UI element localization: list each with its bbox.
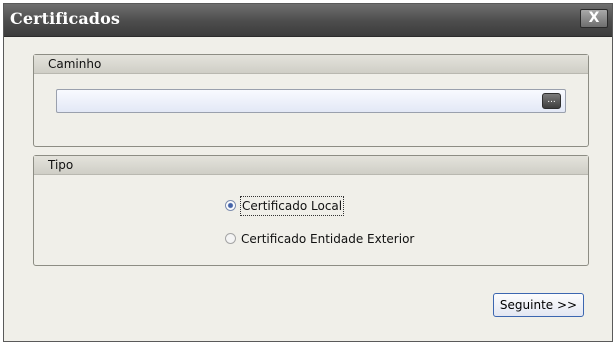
path-input[interactable] [56, 89, 566, 113]
dialog-title: Certificados [10, 9, 120, 28]
ellipsis-icon: ... [547, 95, 556, 105]
close-icon: X [588, 10, 600, 26]
certificados-dialog: Certificados X Caminho ... Tipo Certific… [3, 3, 613, 342]
tipo-group-header: Tipo [34, 156, 588, 175]
close-button[interactable]: X [580, 9, 608, 28]
title-bar: Certificados X [4, 4, 612, 37]
radio-label-certificado-local[interactable]: Certificado Local [239, 196, 345, 216]
caminho-group-header: Caminho [34, 55, 588, 74]
next-button[interactable]: Seguinte >> [493, 293, 584, 317]
caminho-group: Caminho ... [33, 54, 589, 147]
radio-checked-icon[interactable] [225, 200, 236, 211]
tipo-group: Tipo Certificado Local Certificado Entid… [33, 155, 589, 266]
radio-label-certificado-entidade-exterior[interactable]: Certificado Entidade Exterior [241, 230, 414, 248]
browse-button[interactable]: ... [542, 93, 561, 109]
radio-unchecked-icon[interactable] [225, 233, 236, 244]
